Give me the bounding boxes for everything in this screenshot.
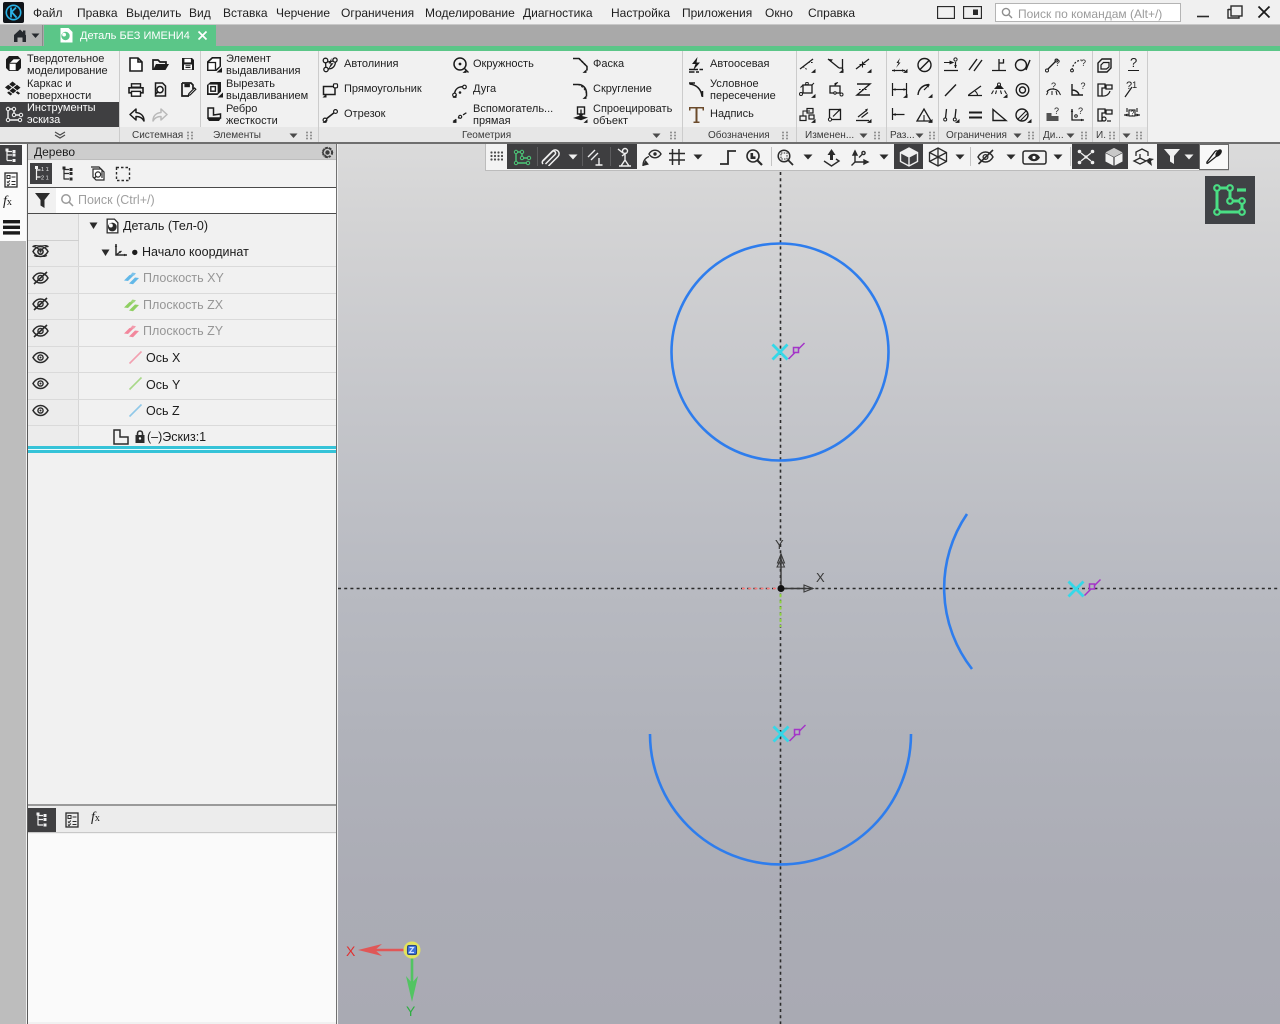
svg-text:?: ? <box>1081 58 1086 68</box>
svg-text:?: ? <box>1081 82 1086 91</box>
svg-text:Y: Y <box>406 1003 416 1019</box>
svg-text:Y: Y <box>775 537 784 552</box>
svg-text:?: ? <box>1130 108 1134 117</box>
svg-text:2 12: 2 12 <box>41 176 49 182</box>
svg-text:1 11: 1 11 <box>41 167 49 173</box>
svg-text:?: ? <box>1055 58 1060 68</box>
svg-text:?: ? <box>1078 107 1083 116</box>
svg-text:?: ? <box>1054 107 1059 116</box>
svg-text:X: X <box>816 570 825 585</box>
svg-text:X: X <box>346 943 356 959</box>
svg-text:?: ? <box>1051 82 1056 91</box>
